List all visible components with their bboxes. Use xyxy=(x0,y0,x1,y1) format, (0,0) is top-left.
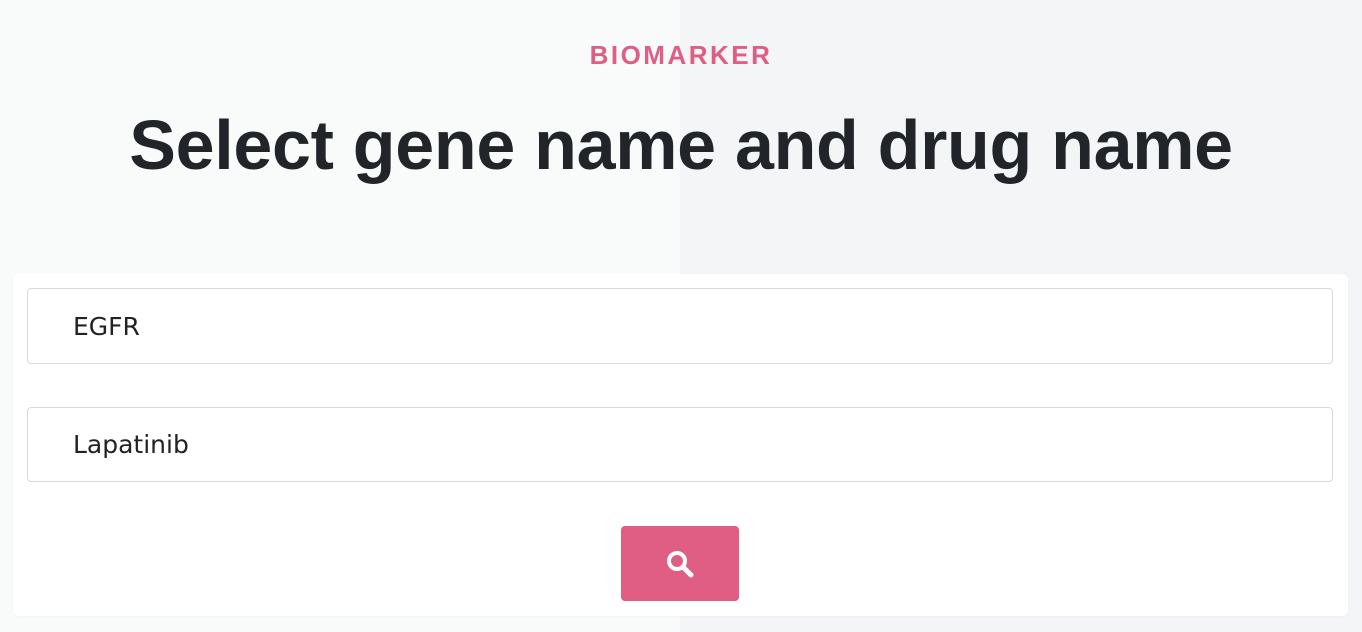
drug-name-input[interactable] xyxy=(27,407,1333,482)
page-title: Select gene name and drug name xyxy=(129,106,1233,184)
search-form-card xyxy=(13,274,1348,616)
section-eyebrow: BIOMARKER xyxy=(589,40,773,70)
search-icon xyxy=(665,549,695,579)
search-button[interactable] xyxy=(621,526,739,601)
gene-name-input[interactable] xyxy=(27,288,1333,364)
